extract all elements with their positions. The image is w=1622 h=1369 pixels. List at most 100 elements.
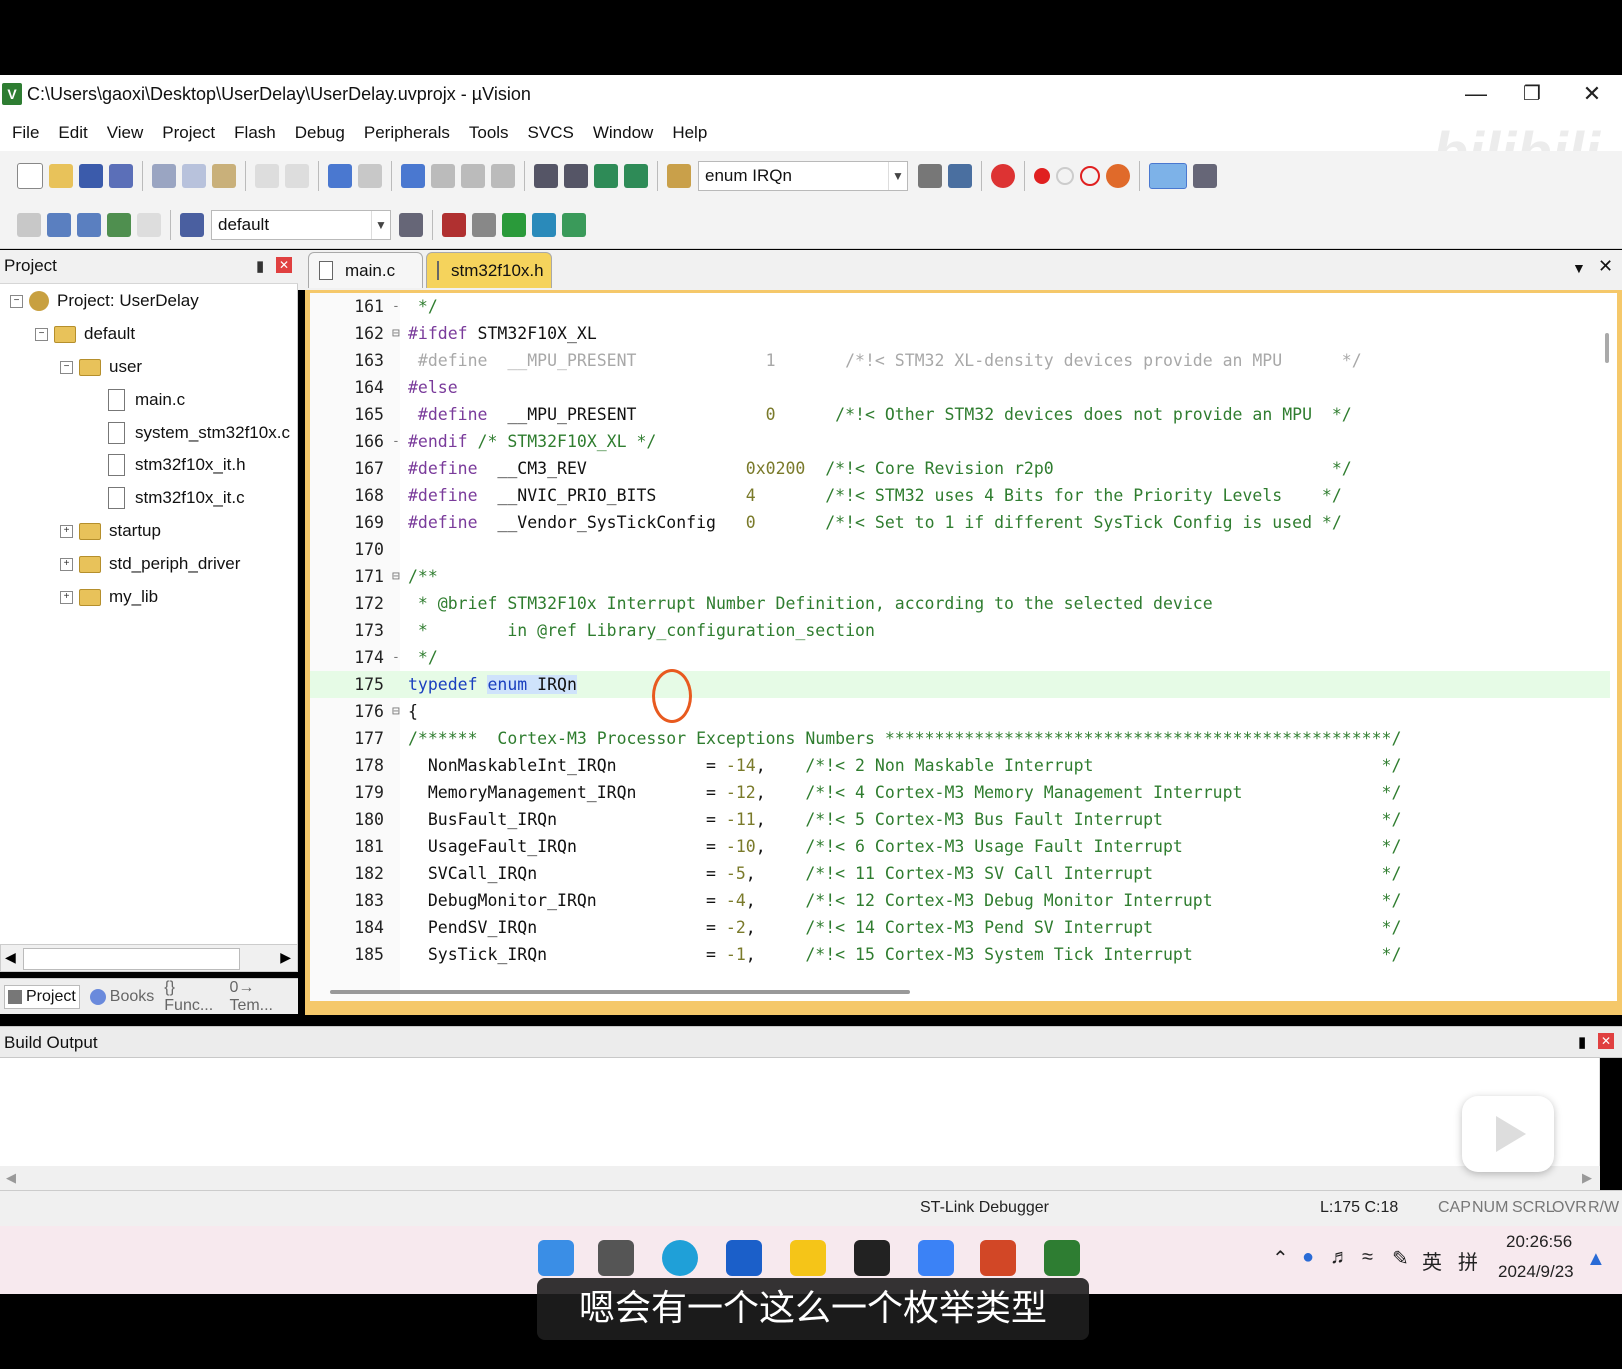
prev-bookmark-icon[interactable] — [431, 164, 455, 188]
video-recorder-icon[interactable] — [854, 1240, 890, 1276]
tree-node-group-user[interactable]: − user — [60, 352, 142, 382]
indent-icon[interactable] — [534, 164, 558, 188]
close-tab-icon[interactable]: ✕ — [1598, 256, 1613, 277]
file-explorer-icon[interactable] — [790, 1240, 826, 1276]
code-line[interactable]: 179 MemoryManagement_IRQn = -12, /*!< 4 … — [310, 779, 1610, 806]
code-line[interactable]: 177 /****** Cortex-M3 Processor Exception… — [310, 725, 1610, 752]
tab-templates[interactable]: 0→ Tem... — [229, 979, 292, 1015]
chat-app-icon[interactable] — [918, 1240, 954, 1276]
tree-file-stm32f10x-it-c[interactable]: stm32f10x_it.c — [108, 483, 245, 513]
new-file-icon[interactable] — [17, 163, 43, 189]
batch-build-icon[interactable] — [107, 212, 131, 237]
file-extensions-icon[interactable] — [442, 212, 466, 237]
disable-breakpoint-icon[interactable] — [1056, 167, 1074, 185]
minimize-button[interactable]: — — [1456, 78, 1496, 110]
fold-marker-icon[interactable]: ⊟ — [392, 698, 400, 725]
stop-build-icon[interactable] — [137, 212, 161, 237]
tree-file-main-c[interactable]: main.c — [108, 385, 185, 415]
code-editor[interactable]: 161- */162 ⊟ #ifdef STM32F10X_XL 163 #defin… — [310, 293, 1617, 1001]
whiteboard-app-icon[interactable] — [726, 1240, 762, 1276]
redo-icon[interactable] — [285, 164, 309, 188]
expand-icon[interactable]: + — [60, 557, 73, 571]
volume-icon[interactable]: ♬ — [1330, 1246, 1350, 1269]
fold-marker-icon[interactable]: - — [392, 293, 400, 320]
disable-all-breakpoints-icon[interactable] — [1080, 166, 1100, 186]
translate-icon[interactable] — [17, 212, 41, 237]
scroll-left-icon[interactable]: ◀ — [5, 949, 16, 966]
navigate-back-icon[interactable] — [328, 164, 352, 188]
configure-icon[interactable] — [1193, 164, 1217, 188]
pin-icon[interactable]: ▮ — [256, 257, 264, 275]
code-line[interactable]: 176 ⊟ { — [310, 698, 1610, 725]
video-play-overlay-button[interactable] — [1462, 1096, 1554, 1172]
start-menu-icon[interactable] — [538, 1240, 574, 1276]
clear-bookmarks-icon[interactable] — [491, 164, 515, 188]
restore-button[interactable]: ❐ — [1512, 78, 1552, 110]
fold-marker-icon[interactable]: ⊟ — [392, 563, 400, 590]
code-line[interactable]: 172 * @brief STM32F10x Interrupt Number … — [310, 590, 1610, 617]
collapse-icon[interactable]: − — [35, 327, 48, 341]
tab-main-c[interactable]: main.c — [308, 252, 423, 288]
tree-node-project[interactable]: − Project: UserDelay — [10, 286, 199, 316]
scroll-left-icon[interactable]: ◀ — [6, 1170, 16, 1186]
collapse-icon[interactable]: − — [60, 360, 73, 374]
fold-marker-icon[interactable]: - — [392, 428, 400, 455]
download-load-icon[interactable] — [180, 212, 204, 237]
save-all-icon[interactable] — [109, 164, 133, 188]
tree-node-target[interactable]: − default — [35, 319, 135, 349]
window-layout-icon[interactable] — [1149, 163, 1187, 189]
scroll-right-icon[interactable]: ▶ — [280, 949, 291, 966]
code-line[interactable]: 173 * in @ref Library_configuration_sect… — [310, 617, 1610, 644]
paste-icon[interactable] — [212, 164, 236, 188]
navigate-forward-icon[interactable] — [358, 164, 382, 188]
collapse-icon[interactable]: − — [10, 294, 23, 308]
wifi-icon[interactable]: ≈ — [1362, 1246, 1373, 1269]
menu-window[interactable]: Window — [593, 115, 653, 151]
unindent-icon[interactable] — [564, 164, 588, 188]
ime-mode[interactable]: 拼 — [1458, 1246, 1478, 1275]
project-horizontal-scrollbar[interactable]: ◀ ▶ — [0, 944, 298, 972]
kill-breakpoints-icon[interactable] — [1106, 164, 1130, 188]
menu-view[interactable]: View — [107, 115, 144, 151]
clock-date[interactable]: 2024/9/23 — [1498, 1262, 1574, 1282]
breakpoint-icon[interactable] — [1034, 168, 1050, 184]
close-button[interactable]: ✕ — [1572, 78, 1612, 110]
panel-close-icon[interactable]: ✕ — [1598, 1033, 1614, 1049]
chevron-down-icon[interactable]: ▼ — [371, 210, 390, 239]
menu-debug[interactable]: Debug — [295, 115, 345, 151]
target-combo[interactable]: default ▼ — [211, 209, 391, 240]
save-icon[interactable] — [79, 164, 103, 188]
code-line[interactable]: 164 #else — [310, 374, 1610, 401]
tree-node-group-startup[interactable]: + startup — [60, 516, 161, 546]
tab-list-dropdown-icon[interactable]: ▼ — [1572, 260, 1586, 276]
tab-project[interactable]: Project — [4, 984, 80, 1009]
powerpoint-icon[interactable] — [980, 1240, 1016, 1276]
target-options-icon[interactable] — [399, 212, 423, 237]
fold-marker-icon[interactable]: ⊟ — [392, 320, 400, 347]
pack-installer-icon[interactable] — [502, 212, 526, 237]
tab-stm32f10x-h[interactable]: stm32f10x.h — [426, 252, 552, 288]
microphone-icon[interactable]: ● — [1302, 1246, 1314, 1269]
rebuild-icon[interactable] — [77, 212, 101, 237]
code-line[interactable]: 184 PendSV_IRQn = -2, /*!< 14 Cortex-M3 … — [310, 914, 1610, 941]
code-line[interactable]: 178 NonMaskableInt_IRQn = -14, /*!< 2 No… — [310, 752, 1610, 779]
menu-peripherals[interactable]: Peripherals — [364, 115, 450, 151]
code-line[interactable]: 165 #define __MPU_PRESENT 0 /*!< Other S… — [310, 401, 1610, 428]
menu-help[interactable]: Help — [672, 115, 707, 151]
code-line[interactable]: 180 BusFault_IRQn = -11, /*!< 5 Cortex-M… — [310, 806, 1610, 833]
find-icon[interactable] — [918, 164, 942, 188]
panel-close-icon[interactable]: ✕ — [276, 257, 292, 273]
chevron-down-icon[interactable]: ▼ — [888, 162, 907, 190]
editor-horizontal-scrollbar[interactable] — [330, 990, 910, 994]
select-software-packs-icon[interactable] — [532, 212, 556, 237]
menu-tools[interactable]: Tools — [469, 115, 509, 151]
code-line[interactable]: 185 SysTick_IRQn = -1, /*!< 15 Cortex-M3… — [310, 941, 1610, 968]
tab-books[interactable]: Books — [89, 988, 154, 1006]
tree-file-system-stm32f10x-c[interactable]: system_stm32f10x.c — [108, 418, 290, 448]
vertical-scrollbar[interactable] — [1605, 333, 1609, 363]
undo-icon[interactable] — [255, 164, 279, 188]
clock-time[interactable]: 20:26:56 — [1506, 1232, 1572, 1252]
ime-language[interactable]: 英 — [1422, 1246, 1442, 1275]
manage-run-time-environment-icon[interactable] — [562, 212, 586, 237]
uvision-taskbar-icon[interactable] — [1044, 1240, 1080, 1276]
